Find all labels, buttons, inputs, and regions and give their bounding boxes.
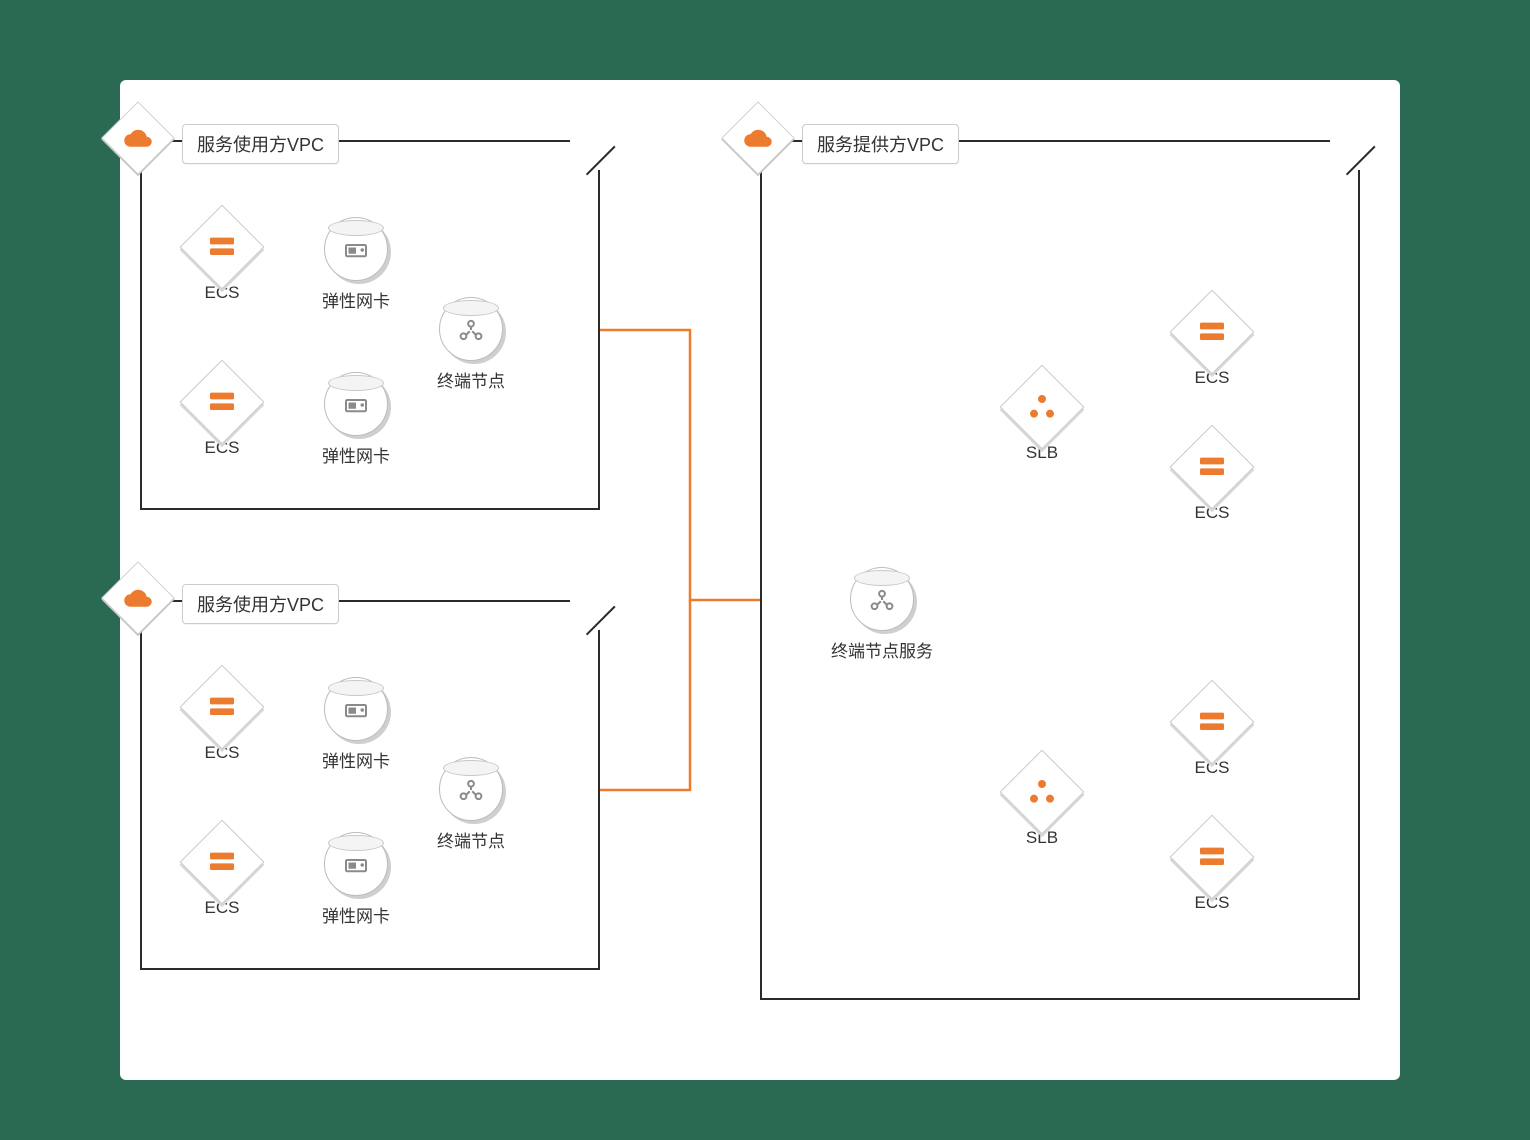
ecs-node: ECS bbox=[192, 217, 252, 303]
vpc-title: 服务使用方VPC bbox=[182, 584, 339, 624]
endpoint-node: 终端节点 bbox=[437, 297, 505, 392]
nic-icon bbox=[324, 217, 388, 281]
ecs-node: ECS bbox=[1182, 437, 1242, 523]
nic-icon bbox=[324, 372, 388, 436]
eni-node: 弹性网卡 bbox=[322, 677, 390, 772]
cloud-icon bbox=[721, 101, 795, 175]
loadbalancer-icon bbox=[1000, 365, 1085, 450]
nic-icon bbox=[324, 677, 388, 741]
ecs-node: ECS bbox=[1182, 827, 1242, 913]
eni-node: 弹性网卡 bbox=[322, 832, 390, 927]
eni-node: 弹性网卡 bbox=[322, 217, 390, 312]
vpc-title: 服务使用方VPC bbox=[182, 124, 339, 164]
ecs-node: ECS bbox=[192, 677, 252, 763]
cloud-icon bbox=[101, 101, 175, 175]
server-icon bbox=[1170, 680, 1255, 765]
endpoint-service-node: 终端节点服务 bbox=[827, 567, 937, 662]
ecs-node: ECS bbox=[1182, 302, 1242, 388]
server-icon bbox=[1170, 290, 1255, 375]
vpc-title: 服务提供方VPC bbox=[802, 124, 959, 164]
server-icon bbox=[180, 820, 265, 905]
hub-icon bbox=[850, 567, 914, 631]
ecs-node: ECS bbox=[1182, 692, 1242, 778]
ecs-node: ECS bbox=[192, 832, 252, 918]
slb-node: SLB bbox=[1012, 762, 1072, 848]
eni-node: 弹性网卡 bbox=[322, 372, 390, 467]
server-icon bbox=[180, 205, 265, 290]
server-icon bbox=[180, 360, 265, 445]
server-icon bbox=[1170, 815, 1255, 900]
nic-icon bbox=[324, 832, 388, 896]
server-icon bbox=[180, 665, 265, 750]
slb-node: SLB bbox=[1012, 377, 1072, 463]
server-icon bbox=[1170, 425, 1255, 510]
hub-icon bbox=[439, 757, 503, 821]
vpc-consumer-1: 服务使用方VPC ECS ECS 弹性网卡 弹性网卡 终端节点 bbox=[140, 140, 600, 510]
loadbalancer-icon bbox=[1000, 750, 1085, 835]
endpoint-node: 终端节点 bbox=[437, 757, 505, 852]
vpc-consumer-2: 服务使用方VPC ECS ECS 弹性网卡 弹性网卡 终端节点 bbox=[140, 600, 600, 970]
diagram-canvas: 服务使用方VPC ECS ECS 弹性网卡 弹性网卡 终端节点 服务使用方VPC bbox=[120, 80, 1400, 1080]
ecs-node: ECS bbox=[192, 372, 252, 458]
cloud-icon bbox=[101, 561, 175, 635]
hub-icon bbox=[439, 297, 503, 361]
vpc-provider: 服务提供方VPC 终端节点服务 SLB SLB ECS ECS ECS ECS bbox=[760, 140, 1360, 1000]
